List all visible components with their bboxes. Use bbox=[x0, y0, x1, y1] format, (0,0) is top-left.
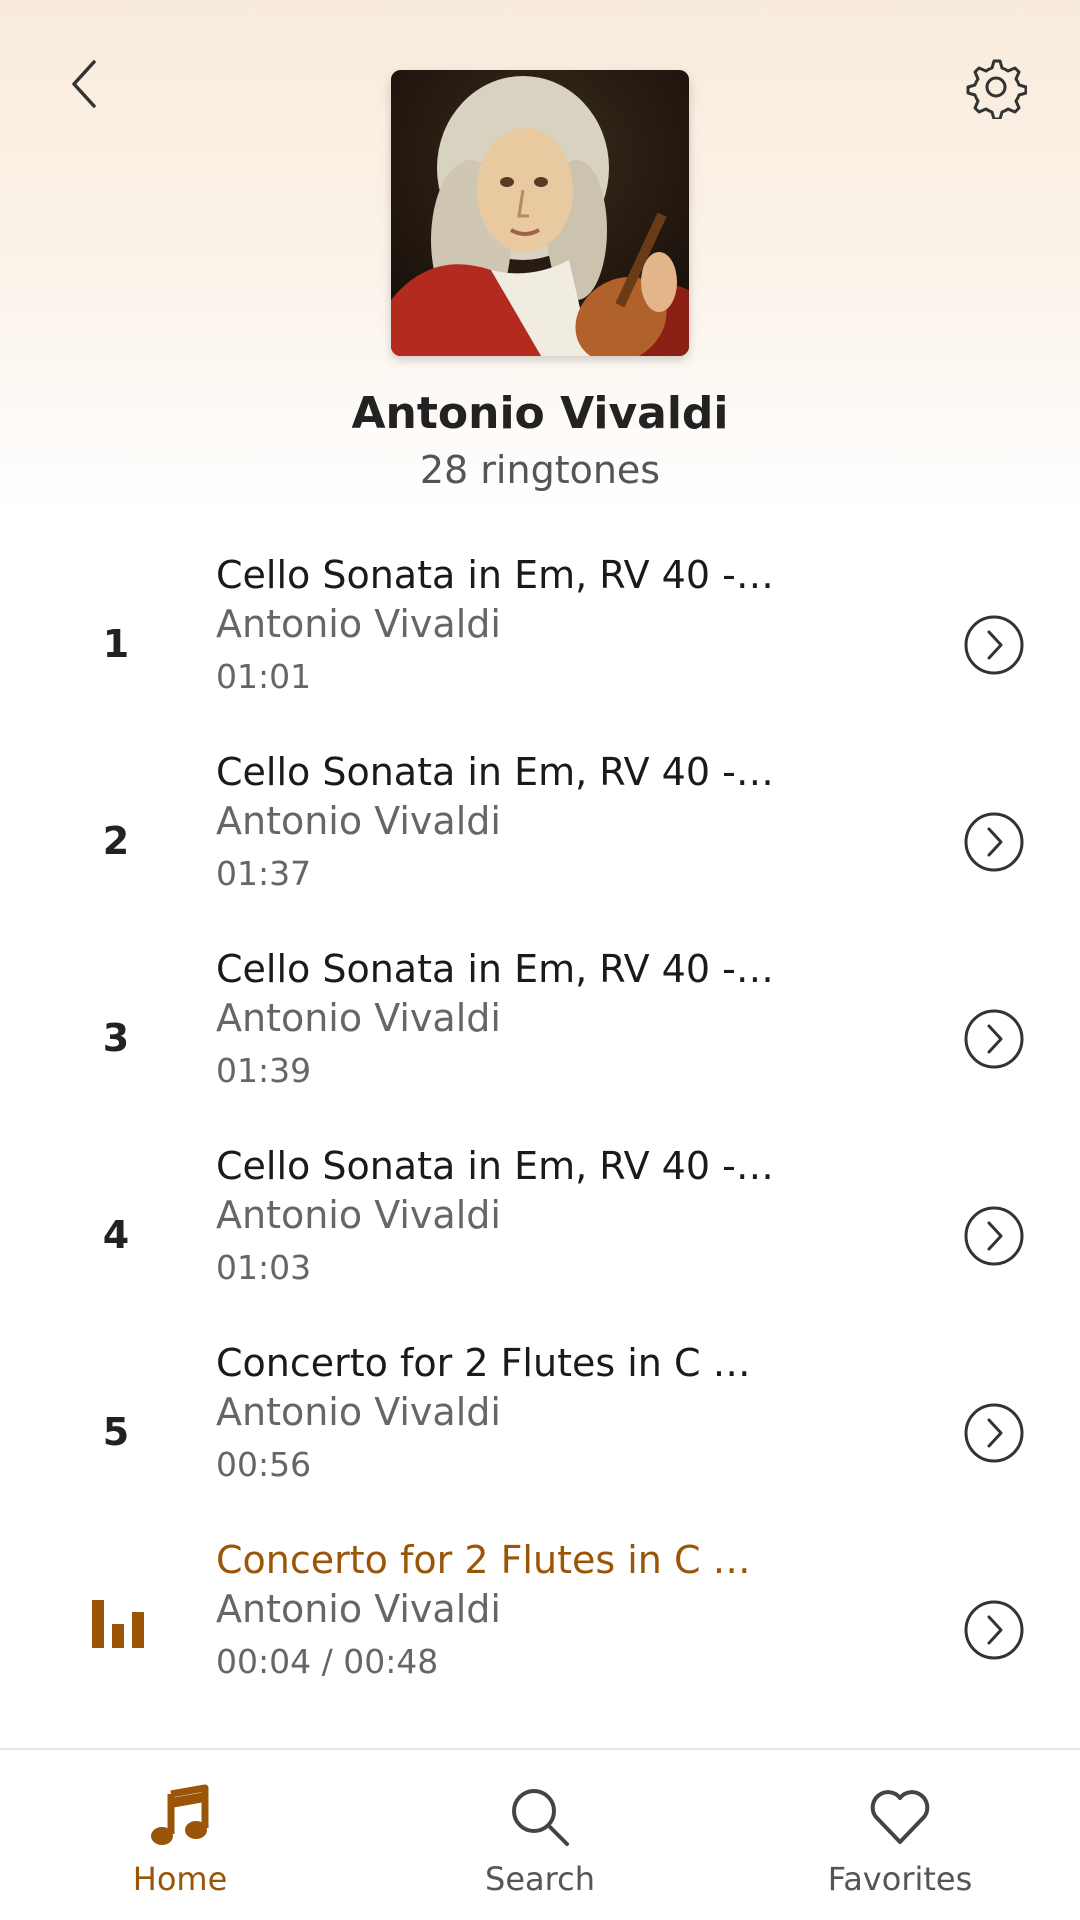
nav-home[interactable]: Home bbox=[0, 1750, 360, 1920]
chevron-right-circle-icon bbox=[964, 1009, 1024, 1069]
track-open-button[interactable] bbox=[962, 1598, 1026, 1662]
artist-cover-image bbox=[391, 70, 689, 356]
chevron-right-circle-icon bbox=[964, 615, 1024, 675]
chevron-right-circle-icon bbox=[964, 812, 1024, 872]
track-title: Cello Sonata in Em, RV 40 - So... bbox=[216, 553, 776, 597]
track-duration: 01:01 bbox=[216, 657, 312, 696]
track-open-button[interactable] bbox=[962, 1204, 1026, 1268]
nav-favorites-label: Favorites bbox=[827, 1860, 973, 1898]
track-row[interactable]: 2 Cello Sonata in Em, RV 40 - So... Anto… bbox=[0, 742, 1080, 939]
back-button[interactable] bbox=[48, 48, 120, 120]
track-index: 1 bbox=[102, 621, 130, 666]
track-artist: Antonio Vivaldi bbox=[216, 799, 501, 843]
track-row-playing[interactable]: Concerto for 2 Flutes in C maj... Antoni… bbox=[0, 1530, 1080, 1727]
track-artist: Antonio Vivaldi bbox=[216, 996, 501, 1040]
track-open-button[interactable] bbox=[962, 810, 1026, 874]
chevron-left-icon bbox=[72, 60, 96, 108]
track-title: Cello Sonata in Em, RV 40 - So... bbox=[216, 1144, 776, 1188]
track-title: Concerto for 2 Flutes in C maj... bbox=[216, 1538, 776, 1582]
equalizer-icon bbox=[90, 1596, 146, 1652]
track-artist: Antonio Vivaldi bbox=[216, 1587, 501, 1631]
track-index: 3 bbox=[102, 1015, 130, 1060]
track-artist: Antonio Vivaldi bbox=[216, 1193, 501, 1237]
track-open-button[interactable] bbox=[962, 1007, 1026, 1071]
track-title: Cello Sonata in Em, RV 40 - So... bbox=[216, 947, 776, 991]
track-index: 2 bbox=[102, 818, 130, 863]
track-duration: 00:56 bbox=[216, 1445, 312, 1484]
track-index: 4 bbox=[102, 1212, 130, 1257]
track-open-button[interactable] bbox=[962, 1401, 1026, 1465]
search-icon bbox=[505, 1782, 575, 1852]
chevron-right-circle-icon bbox=[964, 1206, 1024, 1266]
bottom-navigation: Home Search Favorites bbox=[0, 1748, 1080, 1920]
artist-name-heading: Antonio Vivaldi bbox=[351, 388, 729, 439]
track-index: 5 bbox=[102, 1409, 130, 1454]
heart-icon bbox=[865, 1782, 935, 1852]
track-duration: 01:39 bbox=[216, 1051, 312, 1090]
nav-favorites[interactable]: Favorites bbox=[720, 1750, 1080, 1920]
nav-home-label: Home bbox=[132, 1860, 228, 1898]
nav-search[interactable]: Search bbox=[360, 1750, 720, 1920]
track-row[interactable]: 5 Concerto for 2 Flutes in C maj... Anto… bbox=[0, 1333, 1080, 1530]
track-artist: Antonio Vivaldi bbox=[216, 602, 501, 646]
track-row[interactable]: 1 Cello Sonata in Em, RV 40 - So... Anto… bbox=[0, 545, 1080, 742]
music-note-icon bbox=[145, 1782, 215, 1852]
track-artist: Antonio Vivaldi bbox=[216, 1390, 501, 1434]
track-open-button[interactable] bbox=[962, 613, 1026, 677]
track-progress-time: 00:04 / 00:48 bbox=[216, 1642, 439, 1681]
track-title: Concerto for 2 Flutes in C maj... bbox=[216, 1341, 776, 1385]
track-row[interactable]: 4 Cello Sonata in Em, RV 40 - So... Anto… bbox=[0, 1136, 1080, 1333]
track-row[interactable]: 3 Cello Sonata in Em, RV 40 - So... Anto… bbox=[0, 939, 1080, 1136]
ringtone-count: 28 ringtones bbox=[419, 448, 661, 492]
gear-icon bbox=[966, 59, 1027, 119]
chevron-right-circle-icon bbox=[964, 1600, 1024, 1660]
app-screen: Antonio Vivaldi 28 ringtones 1 Cello Son… bbox=[0, 0, 1080, 1920]
track-title: Cello Sonata in Em, RV 40 - So... bbox=[216, 750, 776, 794]
chevron-right-circle-icon bbox=[964, 1403, 1024, 1463]
track-duration: 01:37 bbox=[216, 854, 312, 893]
settings-button[interactable] bbox=[956, 48, 1034, 126]
nav-search-label: Search bbox=[485, 1860, 595, 1898]
track-duration: 01:03 bbox=[216, 1248, 312, 1287]
track-list: 1 Cello Sonata in Em, RV 40 - So... Anto… bbox=[0, 545, 1080, 1727]
